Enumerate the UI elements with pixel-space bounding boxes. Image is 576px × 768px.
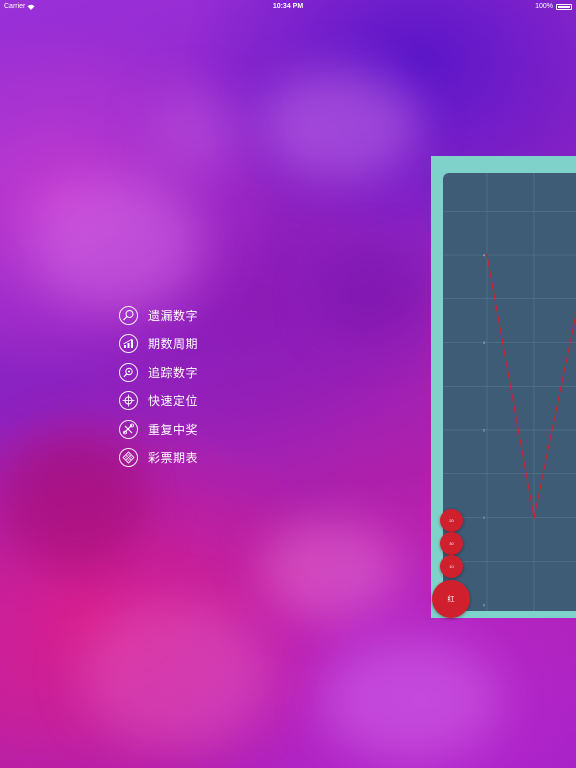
background-blob xyxy=(80,600,270,750)
menu-item-missing-numbers[interactable]: 遗漏数字 xyxy=(118,301,258,330)
menu-item-lottery-table[interactable]: 彩票期表 xyxy=(118,444,258,473)
menu-item-repeat-win[interactable]: 重复中奖 xyxy=(118,415,258,444)
background-blob xyxy=(150,90,240,170)
menu-label: 追踪数字 xyxy=(148,365,199,380)
fab-main-button[interactable]: 红 xyxy=(432,580,470,618)
line-chart: 01234512 xyxy=(443,173,576,611)
fab-label: 20 xyxy=(449,518,454,523)
fab-label: 30 xyxy=(449,541,454,546)
background-blob xyxy=(30,180,200,310)
fab-button[interactable]: 10 xyxy=(440,555,463,578)
background-blob xyxy=(260,70,420,180)
background-blob xyxy=(320,640,500,760)
x-tick-label: 2 xyxy=(533,610,536,611)
data-point xyxy=(533,516,535,519)
menu-label: 期数周期 xyxy=(148,337,199,352)
menu-item-period-cycle[interactable]: 期数周期 xyxy=(118,330,258,359)
menu-item-quick-locate[interactable]: 快速定位 xyxy=(118,387,258,416)
status-bar: Carrier 10:34 PM 100% xyxy=(0,0,576,14)
background-blob xyxy=(260,520,400,620)
bar-chart-icon xyxy=(119,334,138,354)
tools-icon xyxy=(119,419,138,439)
fab-label: 10 xyxy=(449,564,454,569)
battery-percent: 100% xyxy=(535,3,553,10)
battery-icon xyxy=(556,3,572,10)
status-time: 10:34 PM xyxy=(272,3,304,10)
y-tick-label: 0 xyxy=(483,603,486,608)
main-menu: 遗漏数字 期数周期 追踪数字 快速定位 重复中奖 彩票期表 xyxy=(118,301,258,472)
status-right: 100% xyxy=(535,3,572,10)
x-tick-label: 1 xyxy=(486,610,489,611)
grid-icon xyxy=(119,448,138,468)
search-icon xyxy=(119,362,138,382)
chart-area: 01234512 xyxy=(443,173,576,611)
crosshair-icon xyxy=(119,391,138,411)
chart-panel: 01234512 20 30 10 红 xyxy=(431,156,576,618)
menu-label: 彩票期表 xyxy=(148,451,199,466)
background-blob xyxy=(320,250,430,340)
data-point xyxy=(486,254,488,256)
menu-label: 重复中奖 xyxy=(148,422,199,437)
fab-label: 红 xyxy=(447,596,455,603)
menu-label: 快速定位 xyxy=(148,394,199,409)
fab-button[interactable]: 20 xyxy=(440,509,463,532)
menu-label: 遗漏数字 xyxy=(148,308,199,323)
fab-button[interactable]: 30 xyxy=(440,532,463,555)
magnifier-icon xyxy=(119,305,138,325)
menu-item-track-numbers[interactable]: 追踪数字 xyxy=(118,358,258,387)
